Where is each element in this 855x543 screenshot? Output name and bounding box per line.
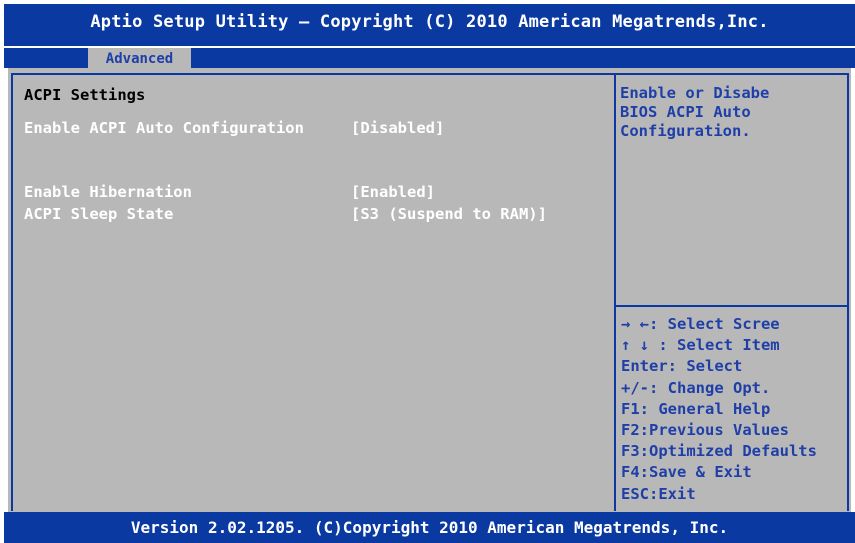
help-line: BIOS ACPI Auto: [620, 103, 751, 121]
section-title: ACPI Settings: [24, 86, 146, 104]
key-hint-f1: F1: General Help: [621, 399, 771, 418]
setting-enable-acpi-auto-config-value[interactable]: [Disabled]: [351, 119, 444, 137]
setting-acpi-sleep-state-value[interactable]: [S3 (Suspend to RAM)]: [351, 205, 547, 223]
help-line: Enable or Disabe: [620, 84, 770, 102]
setting-enable-hibernation-label[interactable]: Enable Hibernation: [24, 183, 192, 201]
key-hint-esc: ESC:Exit: [621, 484, 696, 503]
key-hint-select-screen: → ←: Select Scree: [621, 315, 780, 333]
setting-enable-acpi-auto-config-label[interactable]: Enable ACPI Auto Configuration: [24, 119, 304, 137]
key-hint-enter: Enter: Select: [621, 357, 743, 376]
setting-acpi-sleep-state-label[interactable]: ACPI Sleep State: [24, 205, 173, 223]
panel-border-left: [11, 73, 13, 511]
setting-enable-hibernation-value[interactable]: [Enabled]: [351, 183, 435, 201]
status-bar: Version 2.02.1205. (C)Copyright 2010 Ame…: [4, 512, 855, 543]
window-title: Aptio Setup Utility – Copyright (C) 2010…: [90, 12, 769, 32]
panel-divider-horizontal: [614, 305, 849, 307]
panel-border-right: [847, 73, 849, 511]
version-text: Version 2.02.1205. (C)Copyright 2010 Ame…: [130, 518, 729, 537]
panel-divider-vertical: [614, 73, 616, 511]
title-bar: Aptio Setup Utility – Copyright (C) 2010…: [4, 4, 855, 46]
key-hint-select-item: ↑ ↓ : Select Item: [621, 336, 780, 355]
key-hint-change-opt: +/-: Change Opt.: [621, 378, 771, 397]
key-hint-f2: F2:Previous Values: [621, 421, 789, 440]
key-hint-f3: F3:Optimized Defaults: [621, 442, 817, 461]
key-legend: → ←: Select Scree ↑ ↓ : Select Item Ente…: [621, 314, 847, 505]
panel-border-top: [11, 73, 849, 75]
tab-advanced[interactable]: Advanced: [88, 46, 191, 70]
help-text: Enable or Disabe BIOS ACPI Auto Configur…: [620, 84, 845, 141]
key-hint-f4: F4:Save & Exit: [621, 463, 752, 482]
help-line: Configuration.: [620, 122, 751, 140]
